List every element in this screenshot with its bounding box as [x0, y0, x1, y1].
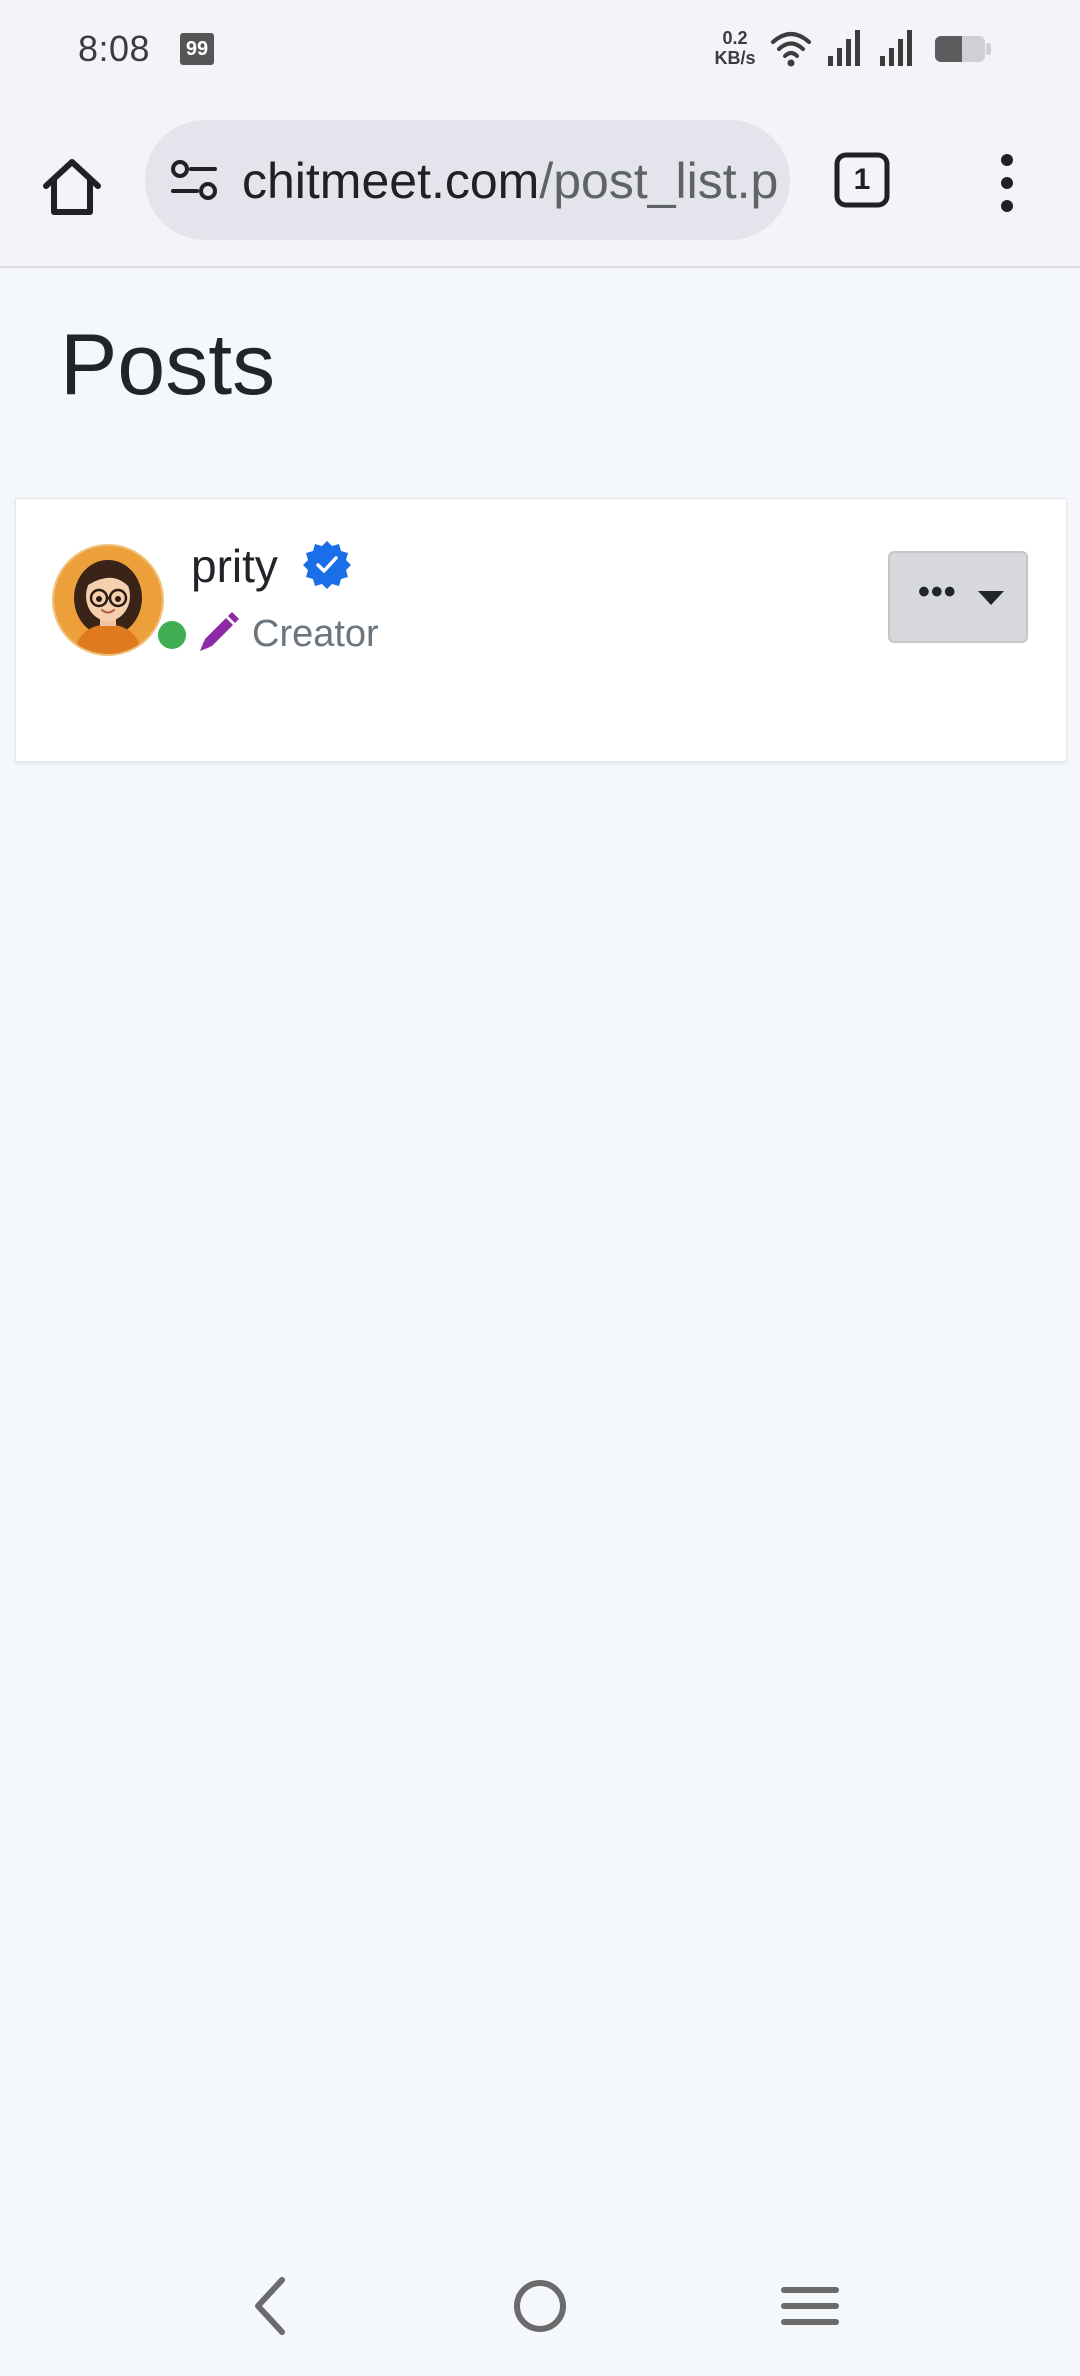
address-bar[interactable]: chitmeet.com/post_list.p — [145, 120, 790, 240]
browser-toolbar: chitmeet.com/post_list.p 1 — [0, 100, 1080, 268]
page-title: Posts — [60, 317, 276, 413]
caret-down-icon — [978, 591, 1004, 605]
avatar[interactable] — [52, 544, 164, 656]
pencil-icon — [200, 612, 239, 651]
system-nav-bar — [0, 2236, 1080, 2376]
verified-badge-icon — [303, 541, 351, 589]
post-options-dropdown-button[interactable]: ••• — [888, 551, 1028, 643]
tabs-count: 1 — [853, 163, 871, 196]
status-bar: 8:08 99 0.2 KB/s — [0, 0, 1080, 100]
tabs-button[interactable]: 1 — [832, 150, 892, 210]
role-label: Creator — [252, 613, 379, 655]
tune-icon[interactable] — [169, 158, 219, 202]
home-icon[interactable] — [36, 152, 108, 224]
post-username[interactable]: prity — [191, 539, 278, 593]
home-circle-icon[interactable] — [500, 2266, 580, 2346]
status-time: 8:08 — [78, 28, 151, 69]
signal-icon — [880, 30, 912, 66]
avatar-image — [54, 546, 162, 654]
signal-icon — [828, 30, 860, 66]
wifi-icon — [771, 32, 811, 67]
battery-icon — [935, 36, 991, 62]
url-text[interactable]: chitmeet.com/post_list.p — [242, 152, 778, 210]
network-speed-value: 0.2 — [722, 28, 748, 48]
network-speed: 0.2 KB/s — [710, 28, 760, 68]
back-icon[interactable] — [230, 2266, 310, 2346]
more-horiz-icon: ••• — [918, 573, 957, 611]
network-speed-unit: KB/s — [714, 48, 756, 68]
url-domain: chitmeet.com — [242, 153, 540, 209]
url-path: /post_list.p — [539, 153, 779, 209]
more-vert-icon[interactable] — [985, 150, 1029, 216]
recents-menu-icon[interactable] — [770, 2266, 850, 2346]
notification-badge: 99 — [180, 33, 214, 65]
post-card: prity Creator ••• — [15, 498, 1067, 762]
online-status-dot — [158, 621, 186, 649]
